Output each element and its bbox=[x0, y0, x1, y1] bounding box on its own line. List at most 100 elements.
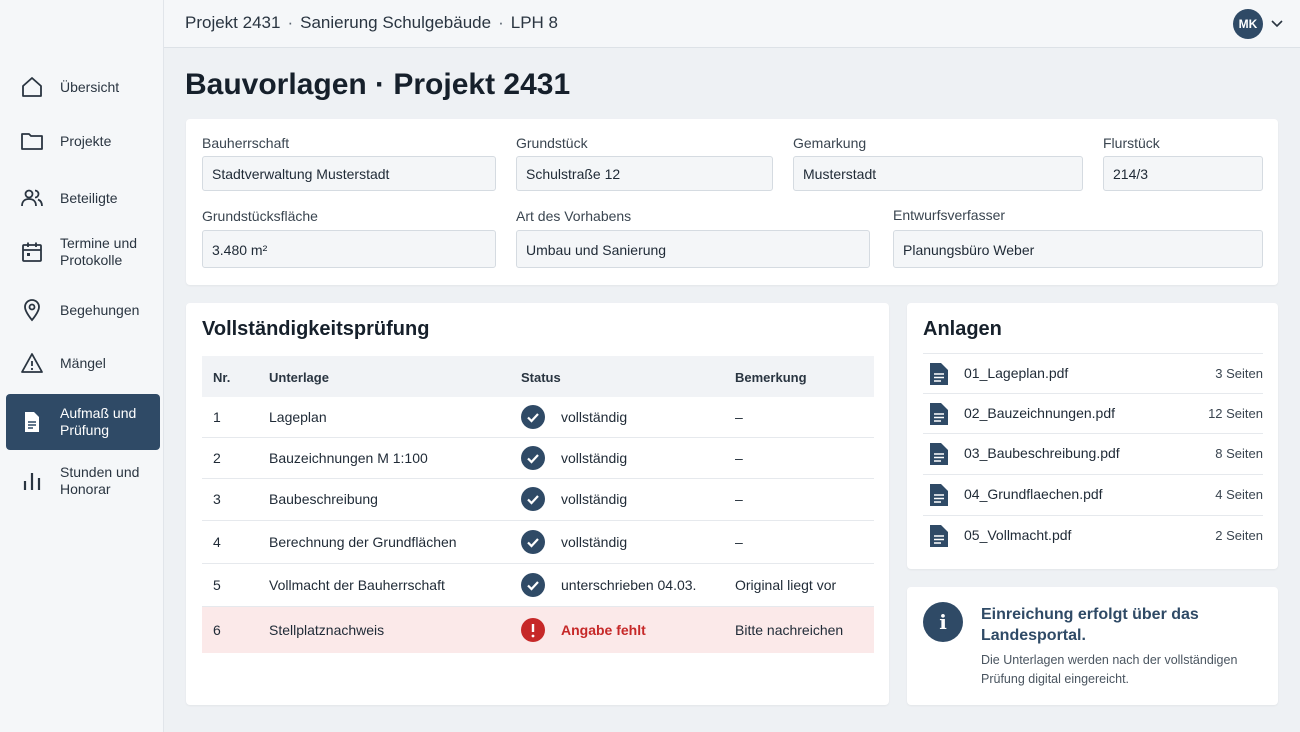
sidebar-item-label: Stunden und Honorar bbox=[60, 464, 140, 497]
flaeche-field[interactable]: 3.480 m² bbox=[202, 230, 496, 268]
table-row[interactable]: 1 Lageplan vollständig – bbox=[202, 397, 874, 438]
row-bemerkung: Bitte nachreichen bbox=[735, 622, 844, 638]
home-icon bbox=[22, 77, 42, 97]
row-status: vollständig bbox=[561, 491, 628, 507]
check-circle-icon bbox=[521, 530, 545, 554]
sidebar-item-projekte[interactable]: Projekte bbox=[6, 113, 160, 169]
breadcrumb-project[interactable]: Projekt 2431 bbox=[185, 13, 280, 32]
flurstueck-field[interactable]: 214/3 bbox=[1103, 156, 1263, 191]
row-nr: 5 bbox=[213, 577, 221, 593]
row-bemerkung: Original liegt vor bbox=[735, 577, 837, 593]
attachment-pages: 4 Seiten bbox=[1215, 487, 1263, 502]
sidebar-item-stunden[interactable]: Stunden und Honorar bbox=[6, 453, 160, 509]
row-bemerkung: – bbox=[735, 534, 743, 550]
file-icon bbox=[930, 363, 948, 385]
row-unterlage: Lageplan bbox=[269, 409, 327, 425]
attachment-item[interactable]: 04_Grundflaechen.pdf 4 Seiten bbox=[923, 474, 1263, 514]
table-row[interactable]: 2 Bauzeichnungen M 1:100 vollständig – bbox=[202, 438, 874, 479]
row-status: vollständig bbox=[561, 534, 628, 550]
file-icon bbox=[930, 403, 948, 425]
sidebar-item-begehungen[interactable]: Begehungen bbox=[6, 282, 160, 338]
breadcrumb-phase: LPH 8 bbox=[510, 13, 558, 32]
grundstueck-field[interactable]: Schulstraße 12 bbox=[516, 156, 773, 191]
bauherrschaft-label: Bauherrschaft bbox=[202, 135, 290, 151]
attachment-item[interactable]: 02_Bauzeichnungen.pdf 12 Seiten bbox=[923, 393, 1263, 433]
info-icon: i bbox=[923, 602, 963, 642]
row-bemerkung: – bbox=[735, 491, 743, 507]
row-bemerkung: – bbox=[735, 450, 743, 466]
check-circle-icon bbox=[521, 405, 545, 429]
table-row[interactable]: 4 Berechnung der Grundflächen vollständi… bbox=[202, 521, 874, 564]
sidebar-item-beteiligte[interactable]: Beteiligte bbox=[6, 170, 160, 226]
file-icon bbox=[930, 484, 948, 506]
breadcrumb-building[interactable]: Sanierung Schulgebäude bbox=[300, 13, 491, 32]
info-text: Die Unterlagen werden nach der vollständ… bbox=[981, 653, 1238, 686]
attachment-pages: 3 Seiten bbox=[1215, 366, 1263, 381]
chevron-down-icon[interactable] bbox=[1270, 16, 1284, 30]
table-header: Nr. Unterlage Status Bemerkung bbox=[202, 356, 874, 397]
users-icon bbox=[21, 189, 43, 207]
table-row[interactable]: 3 Baubeschreibung vollständig – bbox=[202, 479, 874, 521]
attachments-card: Anlagen 01_Lageplan.pdf 3 Seiten 02_Bauz… bbox=[907, 303, 1278, 569]
breadcrumb-separator: · bbox=[287, 13, 294, 32]
row-nr: 2 bbox=[213, 450, 221, 466]
row-nr: 6 bbox=[213, 622, 221, 638]
attachment-item[interactable]: 01_Lageplan.pdf 3 Seiten bbox=[923, 353, 1263, 393]
check-circle-icon bbox=[521, 446, 545, 470]
warning-icon bbox=[21, 353, 43, 373]
bauherrschaft-field[interactable]: Stadtverwaltung Musterstadt bbox=[202, 156, 496, 191]
verfasser-label: Entwurfsverfasser bbox=[893, 207, 1006, 223]
file-icon bbox=[930, 525, 948, 547]
gemarkung-label: Gemarkung bbox=[793, 135, 867, 151]
completeness-check-card: Vollständigkeitsprüfung Nr. Unterlage St… bbox=[186, 303, 889, 705]
attachment-item[interactable]: 03_Baubeschreibung.pdf 8 Seiten bbox=[923, 433, 1263, 473]
check-table: Nr. Unterlage Status Bemerkung 1 Lagepla… bbox=[202, 356, 874, 653]
user-avatar[interactable]: MK bbox=[1233, 9, 1263, 39]
folder-icon bbox=[21, 133, 43, 150]
row-status: vollständig bbox=[561, 409, 628, 425]
sidebar-item-maengel[interactable]: Mängel bbox=[6, 335, 160, 391]
row-status: unterschrieben 04.03. bbox=[561, 577, 697, 593]
row-unterlage: Bauzeichnungen M 1:100 bbox=[269, 450, 428, 466]
row-nr: 4 bbox=[213, 534, 221, 550]
sidebar-item-uebersicht[interactable]: Übersicht bbox=[6, 59, 160, 115]
col-bemerkung: Bemerkung bbox=[735, 370, 807, 385]
table-row[interactable]: 5 Vollmacht der Bauherrschaft unterschri… bbox=[202, 564, 874, 607]
row-unterlage: Berechnung der Grundflächen bbox=[269, 534, 457, 550]
attachment-name: 02_Bauzeichnungen.pdf bbox=[964, 405, 1116, 421]
sidebar-item-aufmass[interactable]: Aufmaß und Prüfung bbox=[6, 394, 160, 450]
calendar-icon bbox=[22, 242, 42, 262]
info-card: i Einreichung erfolgt über das Landespor… bbox=[907, 587, 1278, 705]
flurstueck-label: Flurstück bbox=[1103, 135, 1160, 151]
vorhaben-field[interactable]: Umbau und Sanierung bbox=[516, 230, 870, 268]
row-unterlage: Vollmacht der Bauherrschaft bbox=[269, 577, 445, 593]
attachment-item[interactable]: 05_Vollmacht.pdf 2 Seiten bbox=[923, 515, 1263, 555]
row-bemerkung: – bbox=[735, 409, 743, 425]
sidebar-item-label: Termine und Protokolle bbox=[60, 235, 138, 268]
sidebar-item-label: Übersicht bbox=[60, 78, 120, 95]
table-row-error[interactable]: 6 Stellplatznachweis Angabe fehlt Bitte … bbox=[202, 607, 874, 653]
row-nr: 1 bbox=[213, 409, 221, 425]
sidebar-item-label: Mängel bbox=[60, 354, 106, 371]
verfasser-field[interactable]: Planungsbüro Weber bbox=[893, 230, 1263, 268]
attachments-title: Anlagen bbox=[923, 318, 1002, 340]
col-unterlage: Unterlage bbox=[269, 370, 329, 385]
attachment-pages: 8 Seiten bbox=[1215, 446, 1263, 461]
project-data-card: Bauherrschaft Stadtverwaltung Musterstad… bbox=[186, 119, 1278, 285]
file-icon bbox=[930, 443, 948, 465]
sidebar-item-label: Begehungen bbox=[60, 301, 140, 318]
grundstueck-label: Grundstück bbox=[516, 135, 588, 151]
attachment-name: 05_Vollmacht.pdf bbox=[964, 527, 1072, 543]
sidebar-item-termine[interactable]: Termine und Protokolle bbox=[6, 224, 160, 280]
breadcrumb-separator: · bbox=[498, 13, 504, 32]
gemarkung-field[interactable]: Musterstadt bbox=[793, 156, 1083, 191]
flaeche-label: Grundstücksfläche bbox=[202, 208, 318, 224]
top-bar: Projekt 2431 · Sanierung Schulgebäude · LPH … bbox=[0, 0, 1300, 48]
sidebar-item-label: Aufmaß und Prüfung bbox=[60, 405, 137, 438]
check-circle-icon bbox=[521, 487, 545, 511]
bar-chart-icon bbox=[23, 473, 41, 490]
sidebar-item-label: Projekte bbox=[60, 132, 112, 149]
row-status: vollständig bbox=[561, 450, 628, 466]
info-title: Einreichung erfolgt über das Landesporta… bbox=[981, 606, 1199, 644]
row-unterlage: Stellplatznachweis bbox=[269, 622, 385, 638]
